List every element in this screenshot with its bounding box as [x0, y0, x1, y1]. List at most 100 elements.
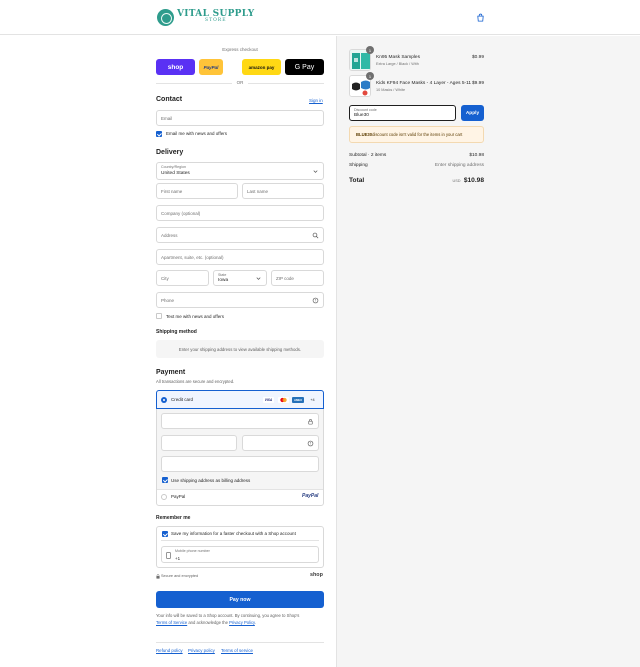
chevron-down-icon [313, 170, 318, 173]
state-value: Iowa [218, 278, 229, 283]
first-name-placeholder: First name [161, 188, 183, 194]
mastercard-icon [278, 397, 289, 403]
email-placeholder: Email [161, 115, 173, 121]
shopping-bag-icon[interactable] [476, 13, 485, 22]
payment-subtitle: All transactions are secure and encrypte… [156, 379, 235, 384]
apply-discount-button[interactable]: Apply [461, 105, 484, 121]
shipping-method-title: Shipping method [156, 329, 197, 335]
chevron-down-icon [256, 277, 261, 280]
zip-field[interactable]: ZIP code [271, 270, 324, 286]
warning-text: discount code isn't valid for the items … [372, 132, 463, 137]
apartment-placeholder: Apartment, suite, etc. (optional) [161, 254, 224, 260]
email-news-checkbox[interactable] [156, 131, 162, 137]
expiration-field[interactable] [161, 435, 237, 451]
contact-title: Contact [156, 96, 183, 103]
email-news-label: Email me with news and offers [166, 131, 227, 136]
item-variant: 10 Masks / White [376, 88, 406, 92]
item-name: Kn95 Mask Samples [376, 55, 420, 60]
item-variant: Extra Large / Black / With [376, 62, 419, 66]
svg-text:?: ? [315, 299, 317, 303]
sign-in-link[interactable]: Sign in [309, 98, 323, 103]
mobile-phone-label: Mobile phone number [175, 549, 210, 553]
credit-card-label: Credit card [171, 397, 194, 402]
amex-icon: AMEX [292, 397, 304, 403]
privacy-policy-link[interactable]: Privacy Policy [229, 620, 255, 625]
billing-same-label: Use shipping address as billing address [171, 478, 251, 483]
item-price: $0.99 [471, 55, 484, 60]
legal-intro: Your info will be saved to a Shop accoun… [156, 613, 300, 618]
help-circle-icon[interactable]: ? [307, 440, 314, 447]
google-pay-button[interactable]: G Pay [285, 59, 324, 75]
text-news-checkbox[interactable] [156, 313, 162, 319]
card-number-field[interactable] [161, 413, 319, 429]
divider-right [248, 83, 324, 84]
paypal-label: PayPal [171, 494, 186, 499]
security-code-field[interactable]: ? [242, 435, 319, 451]
discount-code-field[interactable]: Discount code Blue30 [349, 105, 456, 121]
phone-field[interactable]: Phone ? [156, 292, 324, 308]
apartment-field[interactable]: Apartment, suite, etc. (optional) [156, 249, 324, 265]
company-field[interactable]: Company (optional) [156, 205, 324, 221]
city-placeholder: City [161, 275, 169, 281]
mobile-phone-icon [166, 552, 171, 559]
state-select[interactable]: State Iowa [213, 270, 267, 286]
visa-icon: VISA [263, 397, 274, 403]
zip-placeholder: ZIP code [276, 275, 294, 281]
save-info-checkbox[interactable] [162, 531, 168, 537]
help-circle-icon[interactable]: ? [312, 297, 319, 304]
name-on-card-field[interactable] [161, 456, 319, 472]
payment-title: Payment [156, 369, 186, 376]
svg-text:?: ? [310, 442, 312, 446]
credit-card-radio[interactable] [161, 397, 167, 403]
subtotal-value: $10.98 [469, 153, 484, 158]
state-label: State [218, 273, 227, 277]
paypal-radio[interactable] [161, 494, 167, 500]
last-name-field[interactable]: Last name [242, 183, 324, 199]
legal-text: Your info will be saved to a Shop accoun… [156, 612, 326, 626]
country-label: Country/Region [161, 165, 186, 169]
city-field[interactable]: City [156, 270, 209, 286]
email-field[interactable]: Email [156, 110, 324, 126]
phone-placeholder: Phone [161, 297, 175, 303]
first-name-field[interactable]: First name [156, 183, 238, 199]
billing-same-checkbox[interactable] [162, 477, 168, 483]
logo-globe-icon [157, 8, 174, 26]
terms-of-service-footer-link[interactable]: Terms of service [221, 648, 253, 653]
remember-divider [161, 540, 319, 541]
paypal-logo: PayPal [302, 493, 319, 499]
address-field[interactable]: Address [156, 227, 324, 243]
lock-icon [156, 574, 160, 579]
footer-divider [156, 642, 324, 643]
header: VITAL SUPPLY STORE [0, 0, 640, 35]
total-label: Total [349, 177, 365, 184]
pay-now-button[interactable]: Pay now [156, 591, 324, 608]
discount-code-label: Discount code [354, 108, 377, 112]
paypal-button[interactable]: PayPal [199, 59, 223, 75]
amazon-pay-button[interactable]: amazon pay [242, 59, 281, 75]
text-news-label: Text me with news and offers [166, 314, 224, 319]
shipping-value: Enter shipping address [434, 163, 484, 168]
discount-warning: BLUE30 discount code isn't valid for the… [349, 126, 484, 143]
legal-and: and acknowledge the [187, 620, 230, 625]
store-logo[interactable]: VITAL SUPPLY STORE [157, 8, 255, 26]
terms-of-service-link[interactable]: Terms of Service [156, 620, 187, 625]
payment-divider [157, 489, 323, 490]
shipping-method-notice: Enter your shipping address to view avai… [156, 340, 324, 358]
last-name-placeholder: Last name [247, 188, 269, 194]
total-value: $10.98 [463, 177, 484, 184]
item-quantity-badge: 1 [366, 46, 374, 54]
item-quantity-badge: 1 [366, 72, 374, 80]
country-select[interactable]: Country/Region United States [156, 162, 324, 180]
company-placeholder: Company (optional) [161, 210, 201, 216]
refund-policy-link[interactable]: Refund policy [156, 648, 183, 653]
shop-pay-button[interactable]: shop [156, 59, 195, 75]
more-cards-badge: +4 [310, 398, 315, 402]
delivery-title: Delivery [156, 149, 184, 156]
country-value: United States [161, 171, 190, 176]
shipping-label: Shipping [349, 163, 368, 168]
logo-line-2: STORE [205, 18, 227, 24]
privacy-policy-footer-link[interactable]: Privacy policy [188, 648, 215, 653]
mobile-phone-field[interactable]: Mobile phone number +1 [161, 546, 319, 563]
item-price: $9.99 [471, 81, 484, 86]
total-row-value: USD $10.98 [452, 177, 484, 184]
